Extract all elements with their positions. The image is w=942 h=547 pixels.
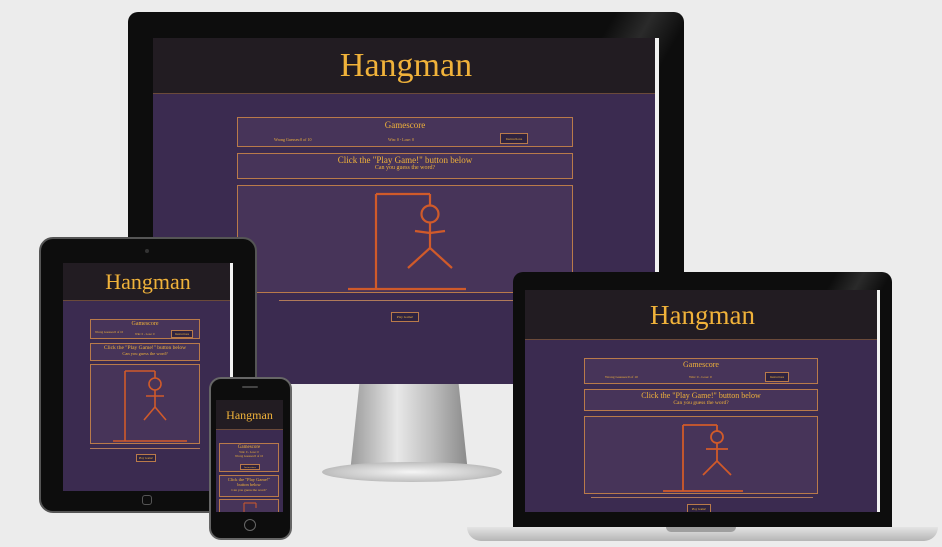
subprompt-text: Can you guess the word? xyxy=(231,488,267,492)
wins-losses: Win: 0 - Lose: 0 xyxy=(689,375,712,379)
divider xyxy=(279,300,531,301)
gallows-panel xyxy=(584,416,818,494)
phone-home-button[interactable] xyxy=(244,519,256,531)
laptop-screen: Hangman Gamescore Wrong Guesses:0 of 10 … xyxy=(525,290,880,512)
gallows-panel xyxy=(90,364,200,444)
subprompt-text: Can you guess the word? xyxy=(122,351,168,356)
hangman-drawing xyxy=(243,502,257,512)
hangman-drawing xyxy=(113,370,187,442)
laptop-notch xyxy=(666,527,736,532)
page-header: Hangman xyxy=(63,263,233,301)
phone-screen: Hangman Gamescore Win: 0 - Lose: 0 Wrong… xyxy=(216,400,283,512)
monitor-base xyxy=(322,462,502,482)
prompt-panel: Click the "Play Game!" button below Can … xyxy=(237,153,573,179)
prompt-text: Click the "Play Game!" button below xyxy=(227,477,271,487)
hangman-leg-left xyxy=(407,247,431,269)
page-title: Hangman xyxy=(650,300,755,330)
page-title: Hangman xyxy=(339,47,473,84)
hangman-arm-left xyxy=(414,229,431,235)
gamescore-title: Gamescore xyxy=(131,321,159,327)
prompt-text: Click the "Play Game!" button below xyxy=(641,391,761,400)
gamescore-title: Gamescore xyxy=(683,360,719,369)
monitor-stand xyxy=(350,383,468,473)
divider xyxy=(90,448,200,449)
subprompt-text: Can you guess the word? xyxy=(374,165,436,171)
subprompt-text: Can you guess the word? xyxy=(673,400,729,406)
hangman-leg-right xyxy=(429,247,453,269)
prompt-panel: Click the "Play Game!" button below Can … xyxy=(219,475,279,497)
instructions-button[interactable]: Instructions xyxy=(765,372,789,382)
gamescore-panel: Gamescore Wrong Guesses:0 of 10 Win: 0 -… xyxy=(237,117,573,147)
tablet-camera xyxy=(145,249,149,253)
tablet-screen: Hangman Gamescore Wrong Guesses:0 of 10 … xyxy=(63,263,233,491)
play-game-button[interactable]: Play Game! xyxy=(136,454,156,462)
hangman-head xyxy=(420,204,440,224)
page-title: Hangman xyxy=(105,269,191,294)
gamescore-title: Gamescore xyxy=(384,120,426,130)
play-game-button[interactable]: Play Game! xyxy=(391,312,419,322)
hangman-arm-right xyxy=(429,229,446,235)
gallows-panel xyxy=(219,499,279,512)
gamescore-panel: Gamescore Wrong Guesses:0 of 10 Win: 0 -… xyxy=(584,358,818,384)
hangman-drawing xyxy=(663,424,743,492)
page-header: Hangman xyxy=(525,290,880,340)
page-header: Hangman xyxy=(153,38,659,94)
divider xyxy=(591,497,813,498)
page-header: Hangman xyxy=(216,400,283,430)
scrollbar[interactable] xyxy=(877,290,880,512)
phone-speaker xyxy=(242,386,258,388)
instructions-button[interactable]: Instructions xyxy=(240,464,260,470)
wrong-guesses: Wrong Guesses:0 of 10 xyxy=(234,454,264,458)
wrong-guesses: Wrong Guesses:0 of 10 xyxy=(94,330,124,334)
wrong-guesses: Wrong Guesses:0 of 10 xyxy=(605,375,638,379)
play-game-button[interactable]: Play Game! xyxy=(687,504,711,512)
instructions-button[interactable]: Instructions xyxy=(171,330,193,338)
prompt-panel: Click the "Play Game!" button below Can … xyxy=(584,389,818,411)
wins-losses: Win: 0 - Lose: 0 xyxy=(135,332,155,336)
page-title: Hangman xyxy=(226,408,273,422)
wrong-guesses: Wrong Guesses:0 of 10 xyxy=(274,137,312,142)
prompt-text: Click the "Play Game!" button below xyxy=(337,155,473,165)
prompt-panel: Click the "Play Game!" button below Can … xyxy=(90,343,200,361)
gamescore-panel: Gamescore Wrong Guesses:0 of 10 Win: 0 -… xyxy=(90,319,200,339)
wins-losses: Win: 0 - Lose: 0 xyxy=(388,137,415,142)
instructions-button[interactable]: Instructions xyxy=(500,133,528,144)
tablet-home-button[interactable] xyxy=(142,495,152,505)
gamescore-panel: Gamescore Win: 0 - Lose: 0 Wrong Guesses… xyxy=(219,443,279,472)
